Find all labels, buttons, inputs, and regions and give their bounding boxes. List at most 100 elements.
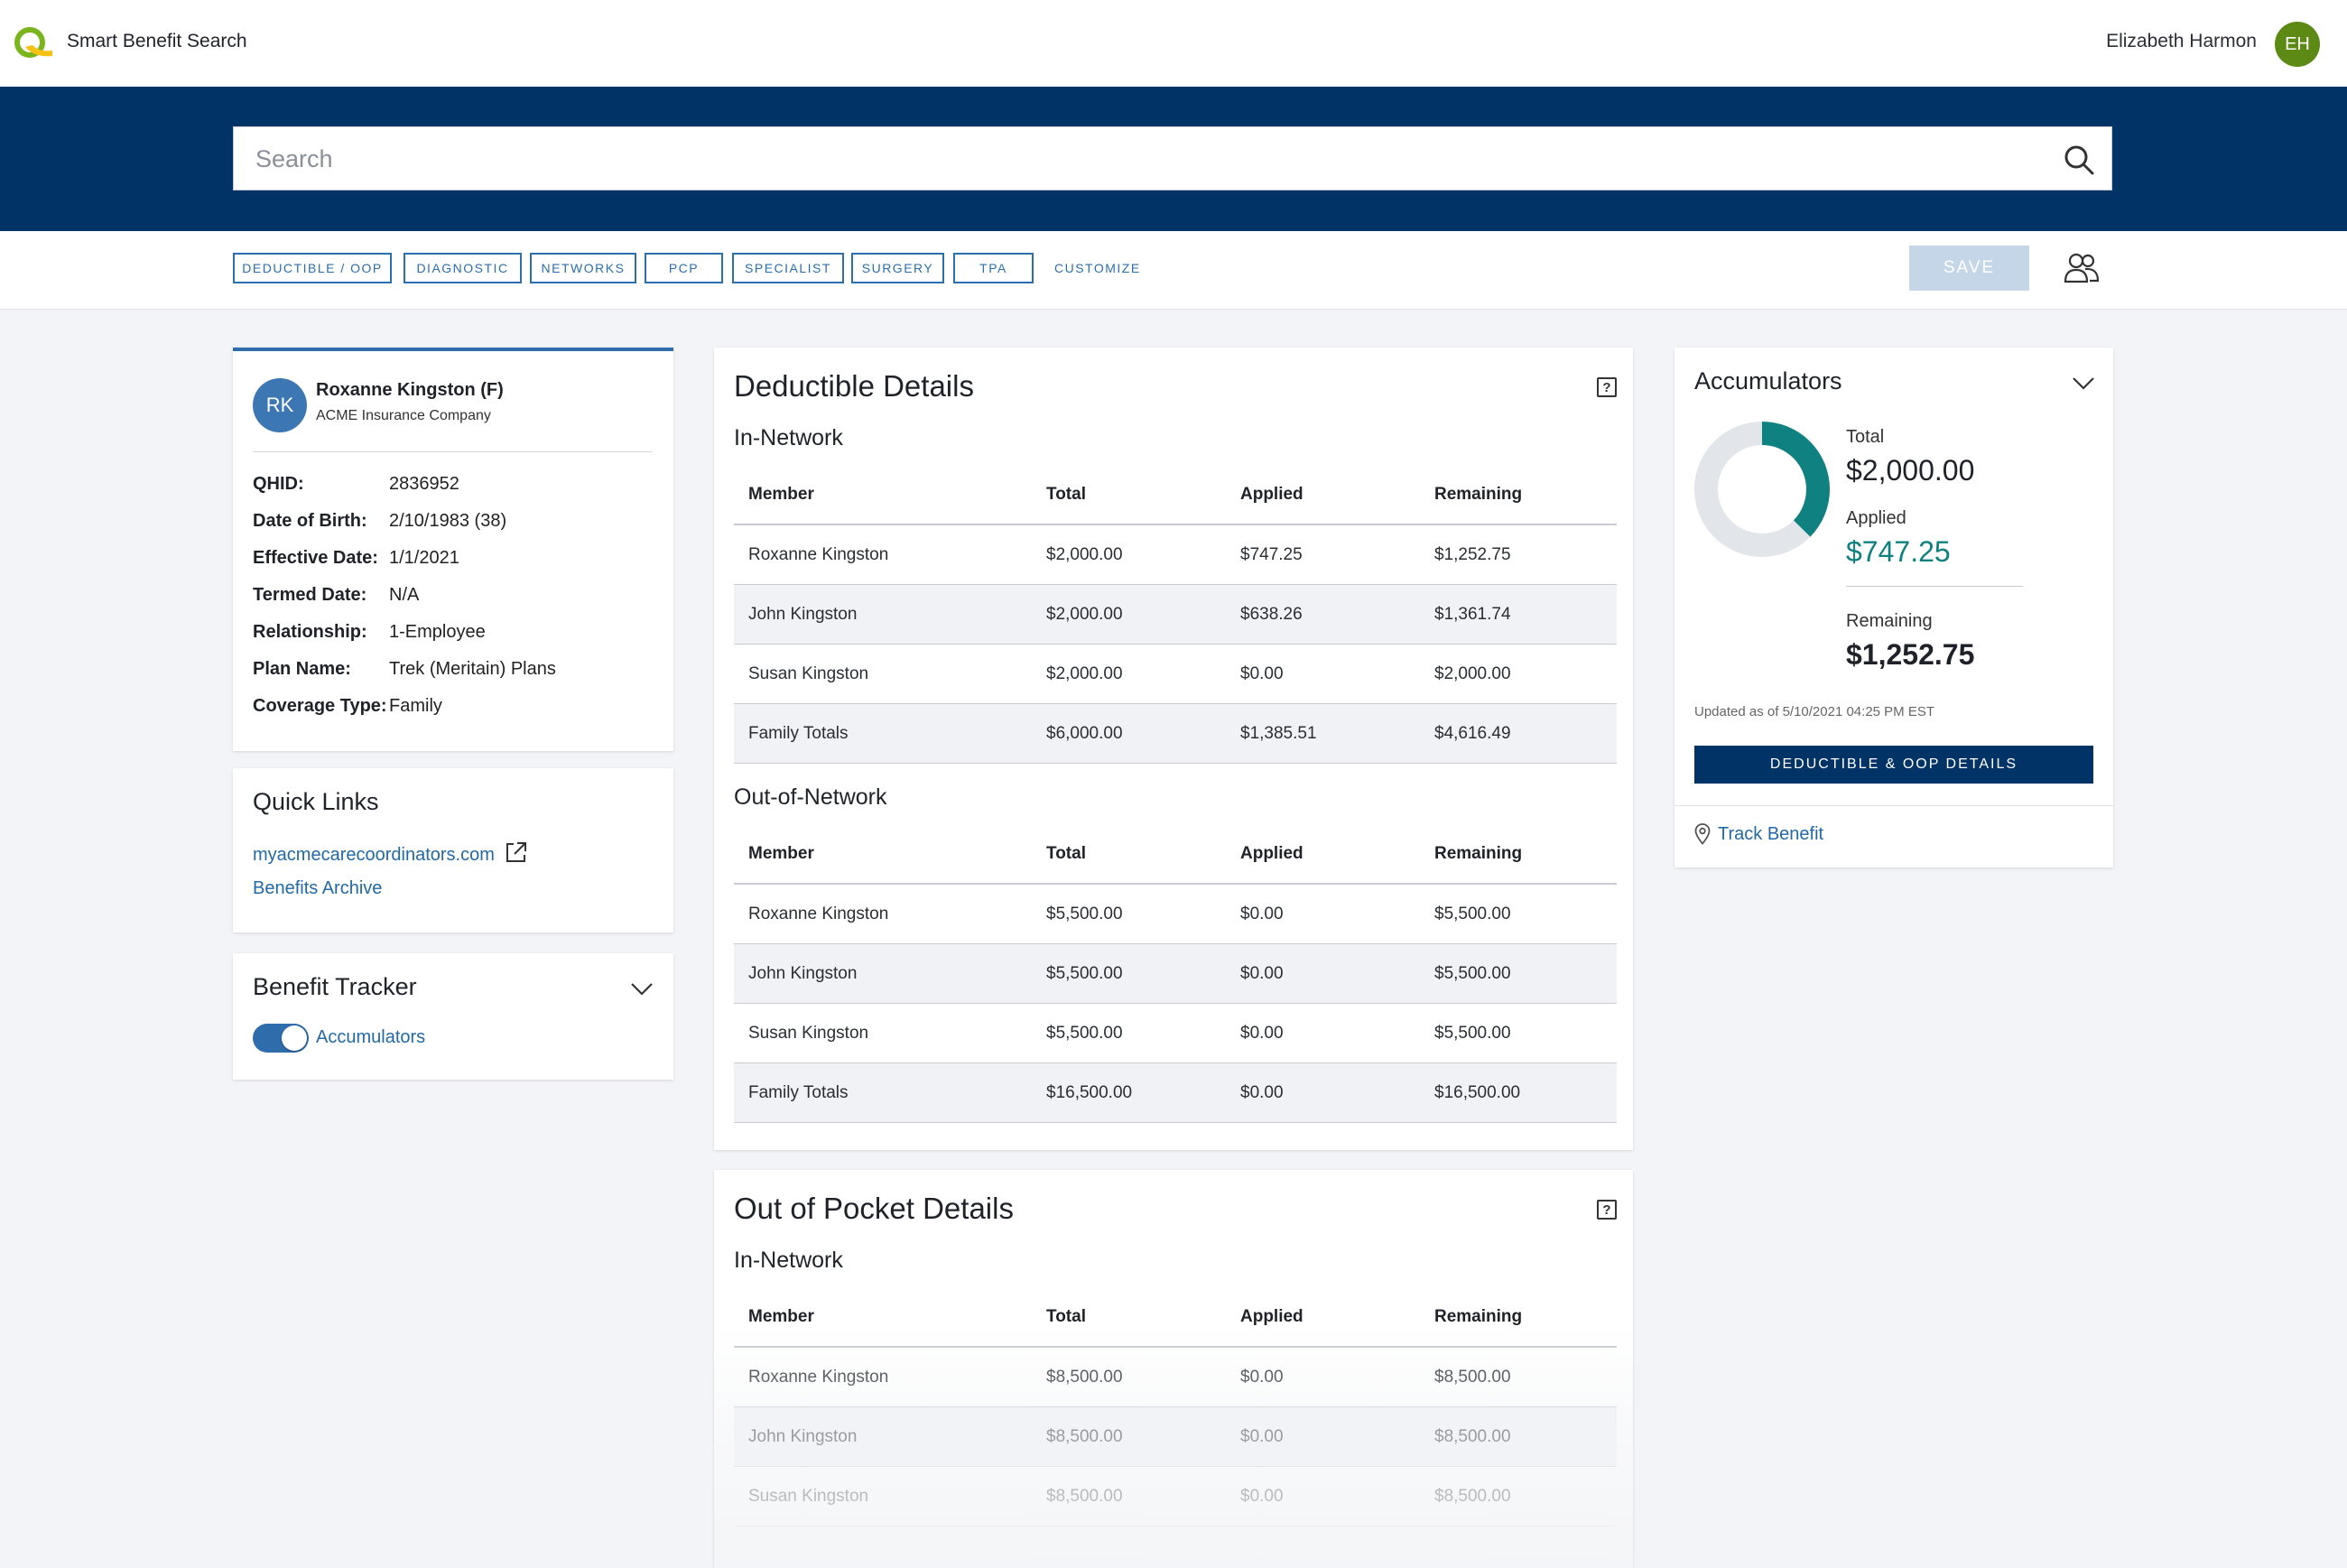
accumulators-title: Accumulators <box>1694 367 1842 394</box>
top-bar: Smart Benefit Search Elizabeth Harmon EH <box>0 0 2347 87</box>
deductible-in-network-table: Member Total Applied Remaining Roxanne K… <box>734 465 1617 764</box>
chip-tpa[interactable]: TPA <box>953 253 1034 283</box>
search-box <box>233 126 2112 191</box>
quick-link-benefits-archive[interactable]: Benefits Archive <box>253 878 382 899</box>
table-row: Roxanne Kingston $5,500.00 $0.00 $5,500.00 <box>734 884 1617 944</box>
help-icon[interactable]: ? <box>1597 1200 1617 1220</box>
cell-remaining: $5,500.00 <box>1434 943 1617 1004</box>
field-label: Termed Date: <box>253 585 367 605</box>
field-label: Date of Birth: <box>253 511 367 531</box>
field-value: 2/10/1983 (38) <box>389 511 507 531</box>
cell-member: Roxanne Kingston <box>734 524 1046 585</box>
benefit-tracker-card: Benefit Tracker Accumulators <box>233 953 673 1080</box>
cell-total: $6,000.00 <box>1046 703 1240 764</box>
field-value: 2836952 <box>389 474 459 494</box>
field-value: N/A <box>389 585 420 605</box>
cell-total: $8,500.00 <box>1046 1406 1240 1467</box>
column-header: Total <box>1046 824 1240 885</box>
total-value: $2,000.00 <box>1846 454 1975 487</box>
field-label: Relationship: <box>253 622 367 642</box>
accumulators-donut-chart <box>1694 422 1830 557</box>
cell-applied: $1,385.51 <box>1240 703 1434 764</box>
deductible-title: Deductible Details <box>734 369 974 403</box>
member-company: ACME Insurance Company <box>316 408 491 423</box>
accumulators-toggle-label[interactable]: Accumulators <box>316 1027 425 1048</box>
chevron-down-icon[interactable] <box>2072 376 2095 391</box>
toggle-knob <box>282 1025 307 1051</box>
chip-deductible-oop[interactable]: DEDUCTIBLE / OOP <box>233 253 392 283</box>
cell-remaining: $16,500.00 <box>1434 1062 1617 1123</box>
column-header: Member <box>734 1287 1046 1348</box>
cell-total: $5,500.00 <box>1046 1003 1240 1063</box>
cell-applied: $0.00 <box>1240 1003 1434 1063</box>
chip-diagnostic[interactable]: DIAGNOSTIC <box>404 253 522 283</box>
deductible-out-of-network-table: Member Total Applied Remaining Roxanne K… <box>734 824 1617 1123</box>
link-label: myacmecarecoordinators.com <box>253 845 495 865</box>
cell-total: $8,500.00 <box>1046 1347 1240 1407</box>
column-header: Applied <box>1240 1287 1434 1348</box>
search-icon[interactable] <box>2063 144 2095 176</box>
divider <box>1674 805 2113 806</box>
column-header: Applied <box>1240 465 1434 525</box>
table-row: Roxanne Kingston $2,000.00 $747.25 $1,252.7… <box>734 524 1617 585</box>
cell-member: Family Totals <box>734 1062 1046 1123</box>
deductible-details-card: Deductible Details ? In-Network Member T… <box>714 348 1633 1150</box>
table-row: Roxanne Kingston $8,500.00 $0.00 $8,500.00 <box>734 1347 1617 1407</box>
people-icon[interactable] <box>2064 251 2100 285</box>
app-title: Smart Benefit Search <box>67 31 247 51</box>
help-icon[interactable]: ? <box>1597 377 1617 397</box>
table-row: Susan Kingston $8,500.00 $0.00 $8,500.00 <box>734 1466 1617 1526</box>
field-value: 1-Employee <box>389 622 486 642</box>
customize-link[interactable]: CUSTOMIZE <box>1054 253 1141 283</box>
chip-surgery[interactable]: SURGERY <box>851 253 944 283</box>
cell-applied: $0.00 <box>1240 1062 1434 1123</box>
quick-link-coordinators[interactable]: myacmecarecoordinators.com <box>253 840 528 866</box>
cell-member: John Kingston <box>734 943 1046 1004</box>
chip-pcp[interactable]: PCP <box>645 253 723 283</box>
cell-remaining: $5,500.00 <box>1434 884 1617 944</box>
smart-benefit-logo-icon[interactable] <box>13 25 54 61</box>
in-network-title: In-Network <box>734 425 843 450</box>
total-label: Total <box>1846 427 1885 447</box>
external-link-icon <box>506 842 527 862</box>
cell-remaining: $8,500.00 <box>1434 1347 1617 1407</box>
cell-total: $8,500.00 <box>1046 1466 1240 1526</box>
accumulators-toggle[interactable] <box>253 1024 309 1053</box>
cell-member: Roxanne Kingston <box>734 1347 1046 1407</box>
chevron-down-icon[interactable] <box>630 982 654 997</box>
field-label: Plan Name: <box>253 659 351 679</box>
cell-total: $2,000.00 <box>1046 584 1240 645</box>
cell-member: Susan Kingston <box>734 1003 1046 1063</box>
column-header: Total <box>1046 1287 1240 1348</box>
cell-member: Roxanne Kingston <box>734 884 1046 944</box>
member-name: Roxanne Kingston (F) <box>316 380 504 400</box>
user-avatar[interactable]: EH <box>2275 22 2320 67</box>
cell-member: Susan Kingston <box>734 644 1046 704</box>
member-avatar: RK <box>253 378 307 432</box>
quick-links-card: Quick Links myacmecarecoordinators.com B… <box>233 768 673 932</box>
table-row: Family Totals $16,500.00 $0.00 $16,500.00 <box>734 1062 1617 1123</box>
field-value: 1/1/2021 <box>389 548 459 568</box>
filter-bar: DEDUCTIBLE / OOP DIAGNOSTIC NETWORKS PCP… <box>0 231 2347 310</box>
table-row: John Kingston $8,500.00 $0.00 $8,500.00 <box>734 1406 1617 1467</box>
cell-applied: $0.00 <box>1240 1466 1434 1526</box>
cell-remaining: $4,616.49 <box>1434 703 1617 764</box>
field-label: Effective Date: <box>253 548 378 568</box>
save-button[interactable]: SAVE <box>1909 246 2029 291</box>
deductible-oop-details-button[interactable]: DEDUCTIBLE & OOP DETAILS <box>1694 746 2093 784</box>
chip-specialist[interactable]: SPECIALIST <box>732 253 844 283</box>
column-header: Remaining <box>1434 824 1617 885</box>
cell-applied: $638.26 <box>1240 584 1434 645</box>
search-input[interactable] <box>234 127 2027 191</box>
column-header: Total <box>1046 465 1240 525</box>
cell-member: John Kingston <box>734 584 1046 645</box>
column-header: Member <box>734 824 1046 885</box>
applied-label: Applied <box>1846 508 1906 528</box>
cell-applied: $0.00 <box>1240 1406 1434 1467</box>
track-benefit-link[interactable]: Track Benefit <box>1718 824 1823 845</box>
table-row: Susan Kingston $2,000.00 $0.00 $2,000.00 <box>734 644 1617 704</box>
oop-title: Out of Pocket Details <box>734 1192 1014 1225</box>
chip-networks[interactable]: NETWORKS <box>530 253 636 283</box>
column-header: Remaining <box>1434 1287 1617 1348</box>
cell-remaining: $1,361.74 <box>1434 584 1617 645</box>
